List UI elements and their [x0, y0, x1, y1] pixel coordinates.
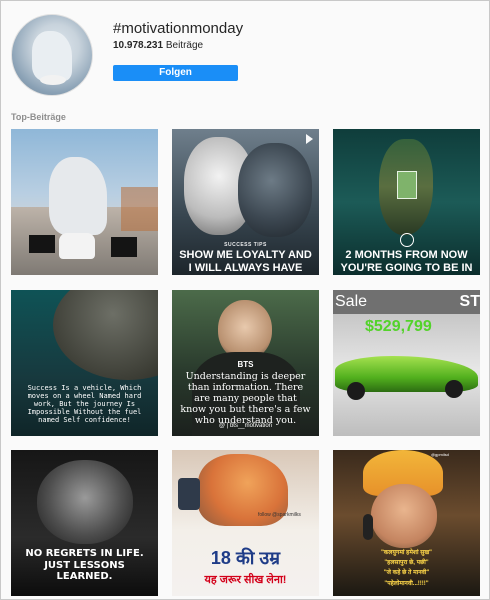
- speaker-face-shape: [371, 484, 437, 548]
- post-tile-4[interactable]: Success Is a vehicle, Which moves on a w…: [11, 290, 158, 436]
- post-8-handle: follow @sparkmilks: [258, 512, 301, 518]
- channel-logo-icon: [400, 233, 414, 247]
- post-9-line-1: "कलयुगमां हमेशां सुख": [380, 550, 433, 556]
- post-9-line-3: "जे कहे छे ते मानवी": [383, 570, 430, 576]
- post-6-corner-text: ST: [459, 293, 480, 310]
- post-tile-9[interactable]: @gpmilsd "कलयुगमां हमेशां सुख" "हलसापुरा…: [333, 450, 480, 596]
- post-5-handle: @ | bts__motivation: [218, 423, 272, 429]
- post-tile-1[interactable]: [11, 129, 158, 275]
- planter-left-shape: [29, 235, 55, 253]
- post-6-price: $529,799: [365, 318, 432, 335]
- post-tile-2[interactable]: SUCCESS TIPS SHOW ME LOYALTY AND I WILL …: [172, 129, 319, 275]
- video-icon: [306, 134, 313, 144]
- person-face-shape: [218, 300, 272, 360]
- building-shape: [121, 187, 158, 231]
- pedestal-shape: [59, 233, 95, 259]
- posts-count: 10.978.231 Beiträge: [113, 40, 203, 51]
- section-title: Top-Beiträge: [11, 112, 66, 122]
- hashtag-title: #motivationmonday: [113, 20, 244, 37]
- post-2-small-label: SUCCESS TIPS: [224, 242, 267, 248]
- hashtag-page: #motivationmonday 10.978.231 Beiträge Fo…: [0, 0, 490, 600]
- post-tile-6[interactable]: Sale ST $529,799: [333, 290, 480, 436]
- post-9-line-2: "हलसापुरा छे, पछी": [384, 560, 429, 566]
- avatar-pedestal-shape: [40, 75, 66, 85]
- car-wheel-front-shape: [347, 382, 365, 400]
- lion-head-shape: [37, 460, 133, 544]
- post-7-caption: NO REGRETS IN LIFE. JUST LESSONS LEARNED…: [25, 548, 144, 582]
- hashtag-avatar: [11, 14, 93, 96]
- post-6-sale: Sale: [335, 293, 368, 310]
- post-5-caption: Understanding is deeper than information…: [180, 371, 311, 426]
- follow-button[interactable]: Folgen: [113, 65, 238, 81]
- car-wheel-rear-shape: [445, 380, 463, 398]
- post-9-handle: @gpmilsd: [431, 452, 449, 457]
- hand-shape: [53, 290, 158, 380]
- posts-count-number: 10.978.231: [113, 40, 164, 51]
- post-4-caption: Success Is a vehicle, Which moves on a w…: [27, 384, 142, 425]
- planter-right-shape: [111, 237, 137, 257]
- post-8-big: 18 की उम्र: [210, 548, 281, 568]
- post-8-sub: यह जरूर सीख लेना!: [204, 574, 287, 586]
- statue-shape: [49, 157, 107, 235]
- phone-shape: [178, 478, 200, 510]
- stadium-shape: [397, 171, 417, 199]
- post-tile-7[interactable]: NO REGRETS IN LIFE. JUST LESSONS LEARNED…: [11, 450, 158, 596]
- post-tile-8[interactable]: follow @sparkmilks 18 की उम्र यह जरूर सी…: [172, 450, 319, 596]
- posts-count-label: Beiträge: [165, 40, 204, 51]
- dark-lion-shape: [238, 143, 312, 237]
- avatar-statue-shape: [32, 31, 72, 81]
- post-5-label: BTS: [237, 360, 254, 369]
- post-tile-5[interactable]: BTS Understanding is deeper than informa…: [172, 290, 319, 436]
- post-9-line-4: "पहेलोमानवी...!!!!": [384, 581, 429, 587]
- post-2-caption: SHOW ME LOYALTY AND I WILL ALWAYS HAVE Y…: [179, 249, 312, 275]
- post-tile-3[interactable]: 2 MONTHS FROM NOW YOU'RE GOING TO BE IN …: [333, 129, 480, 275]
- post-3-caption: 2 MONTHS FROM NOW YOU'RE GOING TO BE IN …: [340, 249, 473, 275]
- microphone-icon: [363, 514, 373, 540]
